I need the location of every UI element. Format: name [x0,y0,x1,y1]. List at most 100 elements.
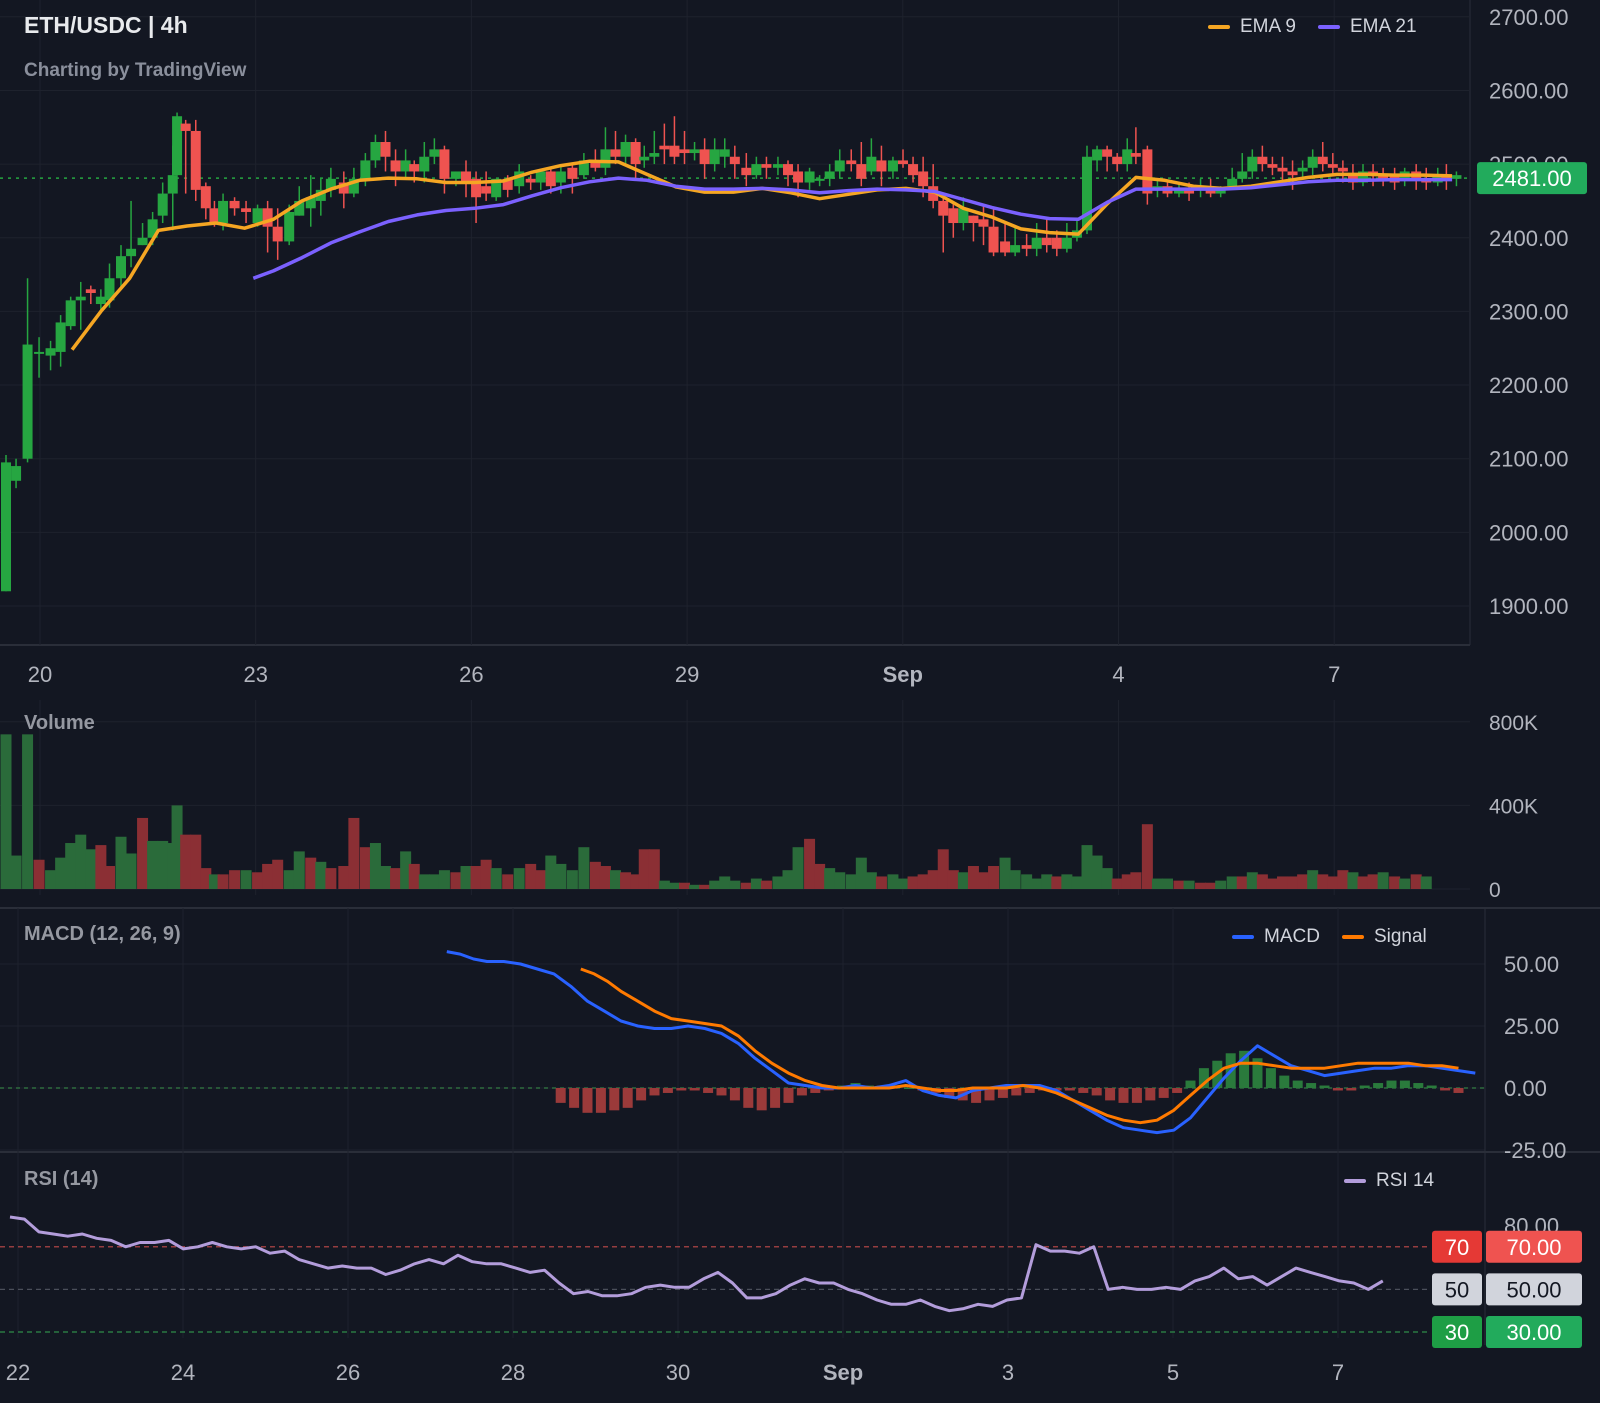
volume-bar-down [1410,874,1422,889]
candle-up [75,296,86,301]
candle-up [429,149,440,157]
candle-down [190,130,201,190]
lower-x-tick-label: 24 [171,1360,195,1385]
macd-hist-bar-down [609,1088,620,1111]
candle-up [284,211,295,242]
candle-up [535,171,546,183]
volume-bar-down [1051,876,1063,889]
volume-bar-up [45,870,57,889]
candle-down [978,219,989,227]
macd-hist-bar-down [689,1088,700,1091]
volume-bar-up [293,851,305,889]
volume-bar-down [338,866,350,889]
volume-bar-down [262,863,274,889]
candle-up [804,171,815,183]
volume-bar-down [1195,882,1207,889]
volume-bar-up [1071,876,1083,889]
candle-up [126,248,137,257]
macd-hist-bar-down [649,1088,660,1096]
rsi-legend: RSI 14 [1344,1170,1434,1192]
candle-up [649,153,660,157]
price-x-tick-label: Sep [883,662,923,687]
volume-bar-down [1205,882,1217,889]
candle-up [218,200,229,224]
signal-line [580,967,1459,1125]
price-y-tick-label: 2000.00 [1489,520,1569,545]
macd-y-tick-label: 25.00 [1504,1014,1559,1039]
candle-down [856,164,867,179]
volume-bar-down [1287,876,1299,889]
volume-bar-down [917,874,929,889]
volume-bar-down [325,868,337,889]
price-legend: EMA 9 EMA 21 [1208,16,1417,38]
volume-bar-up [1226,876,1238,889]
candle-up [157,193,168,216]
legend-macd[interactable]: MACD [1232,926,1320,948]
candle-up [11,466,22,481]
volume-bar-down [648,849,660,889]
candle-down [1267,164,1278,168]
candle-up [639,156,650,161]
macd-hist-bar-up [1413,1083,1424,1088]
rsi-band-badge-label: 30 [1445,1320,1469,1345]
legend-ema21[interactable]: EMA 21 [1317,16,1417,38]
volume-bar-up [418,874,430,889]
candle-up [751,164,762,176]
macd-y-tick-label: -25.00 [1504,1138,1566,1163]
volume-bar-up [750,878,762,889]
chart-stage: 20232629Sep472700.002600.002500.002400.0… [0,0,1600,1398]
candle-up [370,142,381,161]
volume-bar-up [1021,874,1033,889]
macd-hist-bar-down [1158,1088,1169,1098]
volume-bar-down [638,849,650,889]
macd-hist-bar-down [555,1088,566,1103]
candle-down [525,178,536,183]
macd-hist-bar-down [1332,1088,1343,1091]
price-x-tick-label: 7 [1328,662,1340,687]
candle-up [1031,237,1042,249]
price-x-tick-label: 4 [1112,662,1124,687]
candle-down [630,142,641,165]
candle-up [1307,156,1318,168]
candle-down [898,160,908,165]
volume-bar-down [252,872,264,889]
volume-bar-down [620,872,632,889]
candle-up [1247,156,1258,172]
candle-up [400,160,411,172]
candle-up [887,160,898,172]
legend-ema9[interactable]: EMA 9 [1208,16,1296,38]
candle-down [968,215,979,224]
macd-hist-bar-down [1118,1088,1129,1103]
candle-down [390,160,401,172]
candle-down [272,226,283,242]
candle-down [209,208,220,224]
volume-bar-up [845,874,857,889]
candle-down [1277,167,1288,172]
macd-hist-bar-up [1292,1080,1303,1088]
legend-rsi[interactable]: RSI 14 [1344,1170,1434,1192]
candle-down [948,208,959,224]
candle-up [55,322,66,352]
volume-bar-down [408,863,420,889]
candle-down [938,200,949,216]
candle-up [1297,167,1308,172]
volume-bar-up [719,876,731,889]
candle-down [610,149,621,157]
candle-down [545,171,556,187]
macd-hist-bar-up [1373,1083,1384,1088]
volume-bar-down [760,880,772,889]
candle-down [1102,149,1113,157]
candle-up [167,175,178,194]
legend-signal[interactable]: Signal [1341,926,1427,948]
macd-legend: MACD Signal [1232,926,1427,948]
macd-hist-bar-down [1091,1088,1102,1096]
candle-up [116,256,126,279]
price-y-tick-label: 2100.00 [1489,447,1569,472]
candle-up [600,149,611,168]
volume-bar-up [957,872,969,889]
volume-bar-up [1151,878,1163,889]
volume-bar-up [999,857,1011,889]
candle-down [729,156,740,165]
macd-hist-bar-up [1359,1085,1370,1088]
macd-hist-bar-up [1319,1085,1330,1088]
